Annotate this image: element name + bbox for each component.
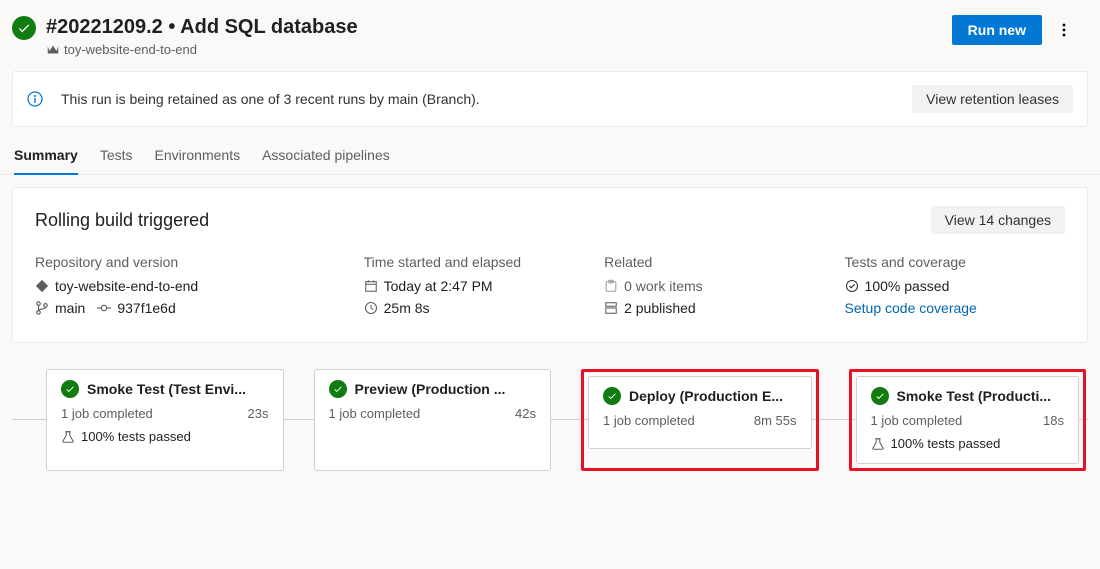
tab-environments[interactable]: Environments <box>155 143 241 175</box>
success-status-icon <box>871 387 889 405</box>
success-status-icon <box>603 387 621 405</box>
stage-jobs: 1 job completed <box>603 413 695 428</box>
tab-associated-pipelines[interactable]: Associated pipelines <box>262 143 390 175</box>
flask-icon <box>871 437 885 451</box>
workitem-icon <box>604 279 618 293</box>
stage-duration: 42s <box>515 406 536 421</box>
repo-icon <box>35 279 49 293</box>
stage-tests: 100% tests passed <box>871 436 1065 451</box>
stage-card[interactable]: Preview (Production ... 1 job completed 42… <box>314 369 552 471</box>
stage-card[interactable]: Deploy (Production E... 1 job completed 8m… <box>588 376 812 449</box>
stage-jobs: 1 job completed <box>871 413 963 428</box>
time-started: Today at 2:47 PM <box>384 278 493 294</box>
tabs: Summary Tests Environments Associated pipel… <box>0 127 1100 175</box>
pipeline-name: toy-website-end-to-end <box>64 42 197 57</box>
pipeline-icon <box>46 43 60 57</box>
tab-summary[interactable]: Summary <box>14 143 78 175</box>
time-elapsed: 25m 8s <box>384 300 430 316</box>
highlighted-stage: Smoke Test (Producti... 1 job completed 18… <box>849 369 1087 471</box>
stage-title: Smoke Test (Producti... <box>897 388 1052 404</box>
branch-icon <box>35 301 49 315</box>
run-new-button[interactable]: Run new <box>952 15 1042 45</box>
setup-coverage-link[interactable]: Setup code coverage <box>845 300 977 316</box>
stage-card[interactable]: Smoke Test (Test Envi... 1 job completed 2… <box>46 369 284 471</box>
artifact-icon <box>604 301 618 315</box>
repo-link[interactable]: toy-website-end-to-end <box>35 278 344 294</box>
success-status-icon <box>329 380 347 398</box>
stage-card[interactable]: Smoke Test (Producti... 1 job completed 18… <box>856 376 1080 464</box>
related-label: Related <box>604 254 824 270</box>
retention-info-bar: This run is being retained as one of 3 r… <box>12 71 1088 127</box>
more-actions-button[interactable] <box>1048 14 1080 46</box>
stage-jobs: 1 job completed <box>61 406 153 421</box>
commit-link[interactable]: 937f1e6d <box>117 300 175 316</box>
time-label: Time started and elapsed <box>364 254 584 270</box>
calendar-icon <box>364 279 378 293</box>
stage-jobs: 1 job completed <box>329 406 421 421</box>
stages-strip: Smoke Test (Test Envi... 1 job completed 2… <box>0 357 1100 481</box>
branch-link[interactable]: main <box>55 300 85 316</box>
stage-duration: 18s <box>1043 413 1064 428</box>
stage-title: Deploy (Production E... <box>629 388 783 404</box>
tests-label: Tests and coverage <box>845 254 1065 270</box>
stage-duration: 23s <box>248 406 269 421</box>
stage-title: Smoke Test (Test Envi... <box>87 381 246 397</box>
retention-info-text: This run is being retained as one of 3 r… <box>61 91 894 107</box>
stage-tests: 100% tests passed <box>61 429 269 444</box>
clock-icon <box>364 301 378 315</box>
section-title: Rolling build triggered <box>35 210 209 231</box>
tests-passed-link[interactable]: 100% passed <box>845 278 1065 294</box>
repo-label: Repository and version <box>35 254 344 270</box>
work-items: 0 work items <box>624 278 703 294</box>
flask-icon <box>61 430 75 444</box>
highlighted-stage: Deploy (Production E... 1 job completed 8m… <box>581 369 819 471</box>
more-vertical-icon <box>1056 22 1072 38</box>
published-link[interactable]: 2 published <box>604 300 824 316</box>
info-icon <box>27 91 43 107</box>
pipeline-breadcrumb[interactable]: toy-website-end-to-end <box>46 42 952 57</box>
view-retention-leases-button[interactable]: View retention leases <box>912 85 1073 113</box>
tab-tests[interactable]: Tests <box>100 143 133 175</box>
check-circle-icon <box>845 279 859 293</box>
summary-card: Rolling build triggered View 14 changes … <box>12 187 1088 343</box>
commit-icon <box>97 301 111 315</box>
stage-duration: 8m 55s <box>754 413 797 428</box>
success-status-icon <box>61 380 79 398</box>
page-title: #20221209.2 • Add SQL database <box>46 14 952 40</box>
view-changes-button[interactable]: View 14 changes <box>931 206 1065 234</box>
page-header: #20221209.2 • Add SQL database toy-websi… <box>0 0 1100 71</box>
success-status-icon <box>12 16 36 40</box>
stage-title: Preview (Production ... <box>355 381 506 397</box>
